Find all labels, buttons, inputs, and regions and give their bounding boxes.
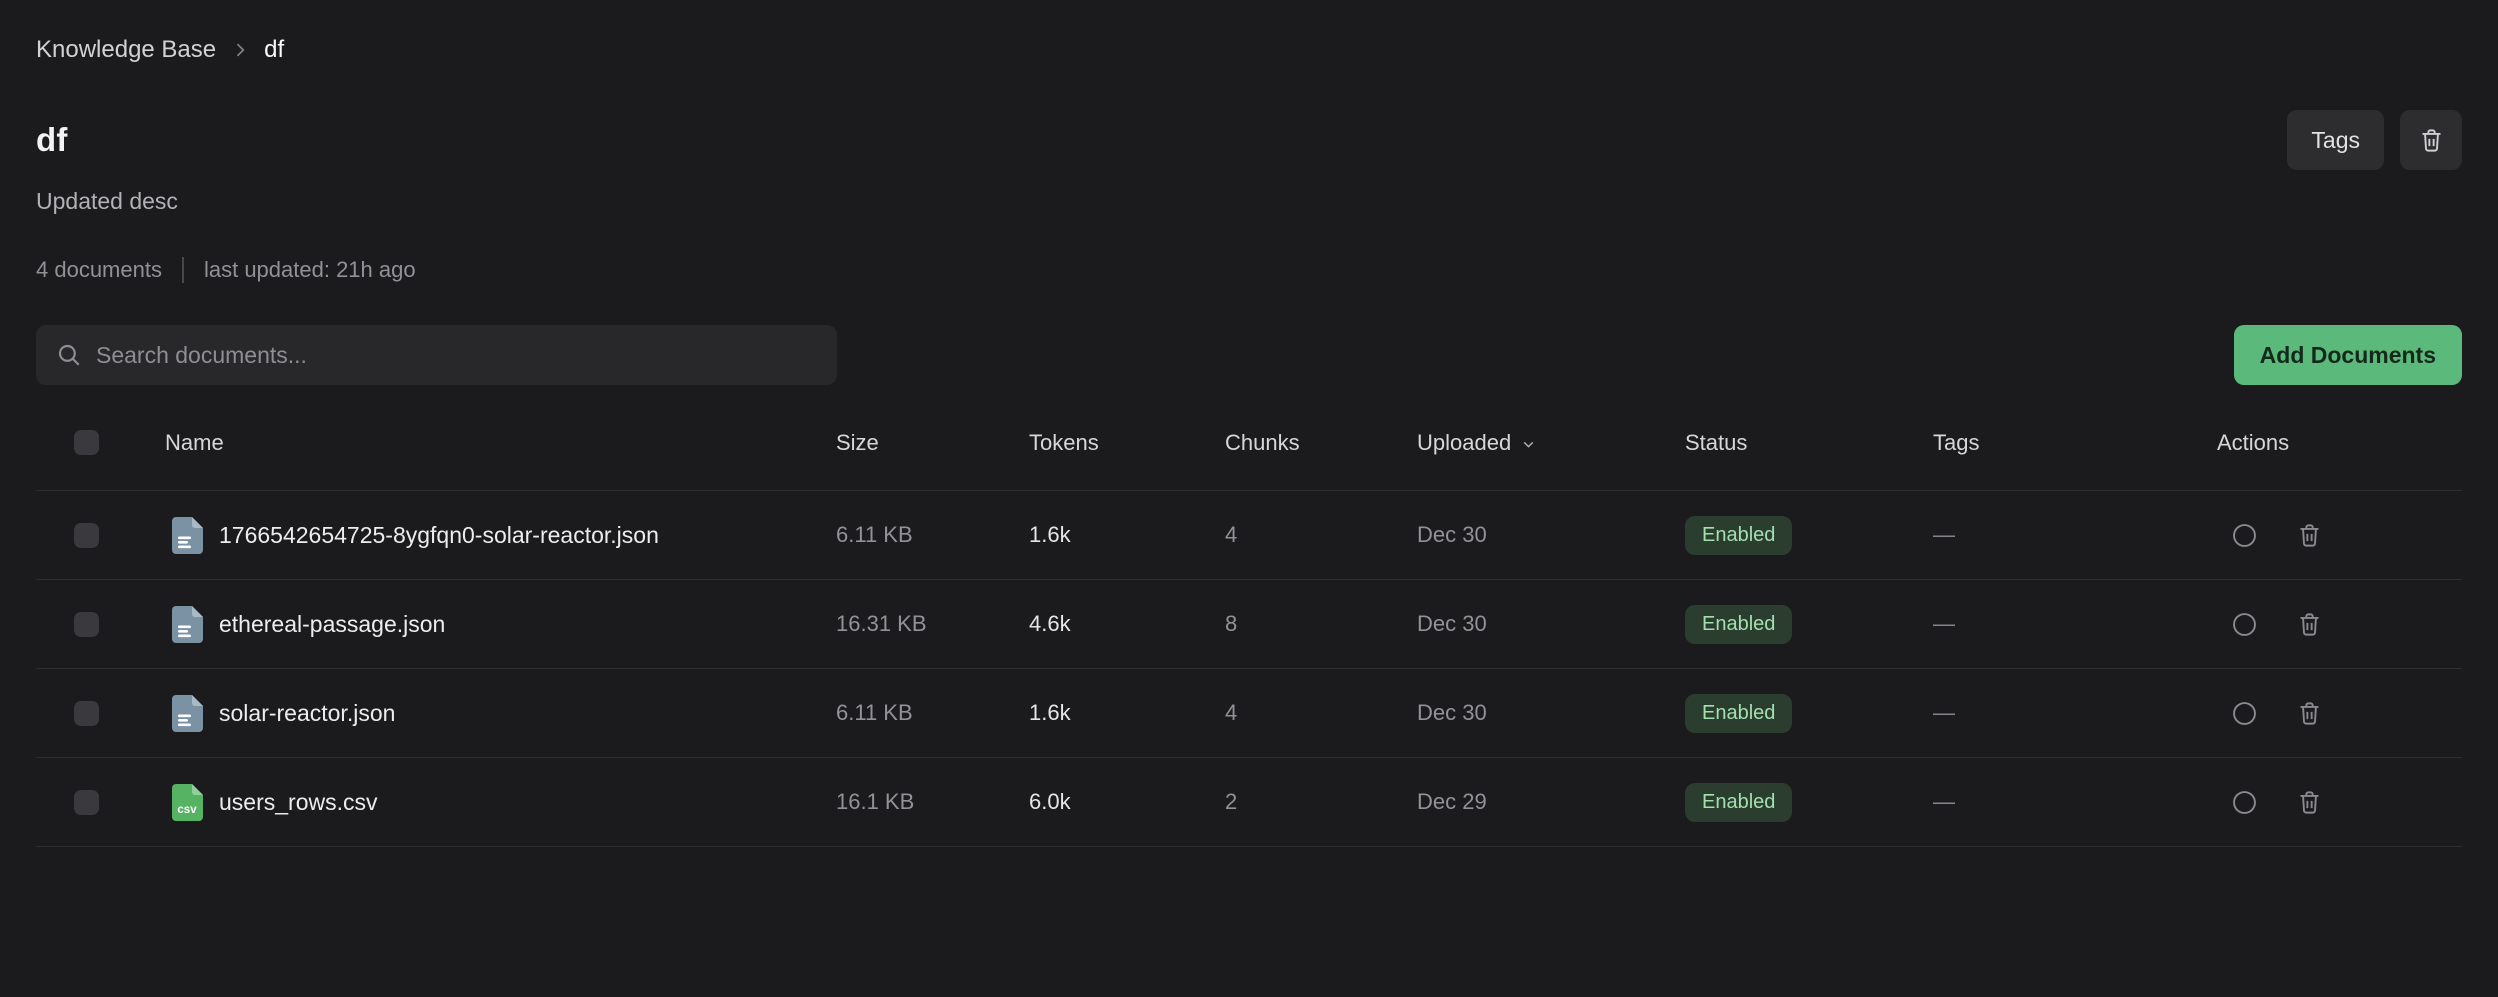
document-chunks: 8 (1225, 611, 1417, 637)
documents-table: Name Size Tokens Chunks Uploaded Status … (36, 395, 2462, 847)
page-title: df (36, 121, 68, 159)
document-name[interactable]: 1766542654725-8ygfqn0-solar-reactor.json (219, 522, 659, 549)
file-json-icon (172, 517, 203, 554)
delete-knowledge-base-button[interactable] (2400, 110, 2462, 170)
title-actions: Tags (2287, 110, 2462, 170)
kb-description: Updated desc (36, 188, 2462, 215)
row-checkbox[interactable] (74, 523, 99, 548)
document-uploaded: Dec 30 (1417, 700, 1685, 726)
title-row: df Tags (36, 110, 2462, 170)
delete-document-button[interactable] (2296, 700, 2323, 727)
select-all-checkbox[interactable] (74, 430, 99, 455)
toggle-status-button[interactable] (2231, 611, 2258, 638)
document-size: 6.11 KB (836, 700, 1029, 726)
trash-icon (2296, 700, 2323, 727)
trash-icon (2418, 127, 2445, 154)
file-json-icon (172, 695, 203, 732)
uploaded-header-label: Uploaded (1417, 430, 1511, 456)
table-header: Name Size Tokens Chunks Uploaded Status … (36, 395, 2462, 491)
document-uploaded: Dec 30 (1417, 522, 1685, 548)
document-row: csv users_rows.csv 16.1 KB 6.0k 2 Dec 29… (36, 758, 2462, 847)
delete-document-button[interactable] (2296, 789, 2323, 816)
document-name[interactable]: solar-reactor.json (219, 700, 395, 727)
column-header-chunks: Chunks (1225, 430, 1417, 456)
trash-icon (2296, 611, 2323, 638)
document-tags: — (1933, 700, 2217, 726)
row-checkbox[interactable] (74, 612, 99, 637)
chevron-right-icon (230, 40, 250, 60)
add-documents-button[interactable]: Add Documents (2234, 325, 2462, 385)
toggle-status-button[interactable] (2231, 700, 2258, 727)
document-tokens: 1.6k (1029, 700, 1225, 726)
column-header-status: Status (1685, 430, 1933, 456)
document-uploaded: Dec 30 (1417, 611, 1685, 637)
document-chunks: 2 (1225, 789, 1417, 815)
svg-text:csv: csv (177, 804, 197, 816)
file-csv-icon: csv (172, 784, 203, 821)
column-header-name: Name (165, 430, 836, 456)
meta-divider (182, 257, 184, 283)
document-tags: — (1933, 522, 2217, 548)
trash-icon (2296, 522, 2323, 549)
column-header-tokens: Tokens (1029, 430, 1225, 456)
document-tags: — (1933, 789, 2217, 815)
status-badge: Enabled (1685, 605, 1792, 644)
breadcrumb-knowledge-base-link[interactable]: Knowledge Base (36, 36, 216, 64)
chevron-down-icon (1520, 436, 1537, 453)
document-uploaded: Dec 29 (1417, 789, 1685, 815)
doc-count: 4 documents (36, 257, 162, 283)
document-tags: — (1933, 611, 2217, 637)
column-header-tags: Tags (1933, 430, 2217, 456)
delete-document-button[interactable] (2296, 611, 2323, 638)
file-json-icon (172, 606, 203, 643)
document-tokens: 4.6k (1029, 611, 1225, 637)
status-badge: Enabled (1685, 516, 1792, 555)
document-size: 16.31 KB (836, 611, 1029, 637)
column-header-size: Size (836, 430, 1029, 456)
document-row: solar-reactor.json 6.11 KB 1.6k 4 Dec 30… (36, 669, 2462, 758)
status-badge: Enabled (1685, 783, 1792, 822)
breadcrumb: Knowledge Base df (36, 34, 2462, 66)
document-size: 16.1 KB (836, 789, 1029, 815)
document-row: ethereal-passage.json 16.31 KB 4.6k 8 De… (36, 580, 2462, 669)
last-updated: last updated: 21h ago (204, 257, 416, 283)
circle-icon (2231, 522, 2258, 549)
toggle-status-button[interactable] (2231, 789, 2258, 816)
row-checkbox[interactable] (74, 790, 99, 815)
breadcrumb-current: df (264, 36, 284, 64)
search-icon (56, 342, 82, 368)
row-checkbox[interactable] (74, 701, 99, 726)
trash-icon (2296, 789, 2323, 816)
document-chunks: 4 (1225, 522, 1417, 548)
circle-icon (2231, 611, 2258, 638)
search-input[interactable] (96, 342, 817, 369)
document-tokens: 1.6k (1029, 522, 1225, 548)
document-name[interactable]: ethereal-passage.json (219, 611, 445, 638)
table-body: 1766542654725-8ygfqn0-solar-reactor.json… (36, 491, 2462, 847)
toggle-status-button[interactable] (2231, 522, 2258, 549)
document-name[interactable]: users_rows.csv (219, 789, 377, 816)
column-header-uploaded[interactable]: Uploaded (1417, 430, 1685, 456)
document-tokens: 6.0k (1029, 789, 1225, 815)
document-row: 1766542654725-8ygfqn0-solar-reactor.json… (36, 491, 2462, 580)
circle-icon (2231, 700, 2258, 727)
search-box[interactable] (36, 325, 837, 385)
status-badge: Enabled (1685, 694, 1792, 733)
column-header-actions: Actions (2217, 430, 2462, 456)
toolbar: Add Documents (36, 325, 2462, 385)
knowledge-base-page: Knowledge Base df df Tags Updated desc 4… (0, 0, 2498, 847)
kb-meta: 4 documents last updated: 21h ago (36, 257, 2462, 283)
document-chunks: 4 (1225, 700, 1417, 726)
tags-button[interactable]: Tags (2287, 110, 2384, 170)
delete-document-button[interactable] (2296, 522, 2323, 549)
circle-icon (2231, 789, 2258, 816)
document-size: 6.11 KB (836, 522, 1029, 548)
